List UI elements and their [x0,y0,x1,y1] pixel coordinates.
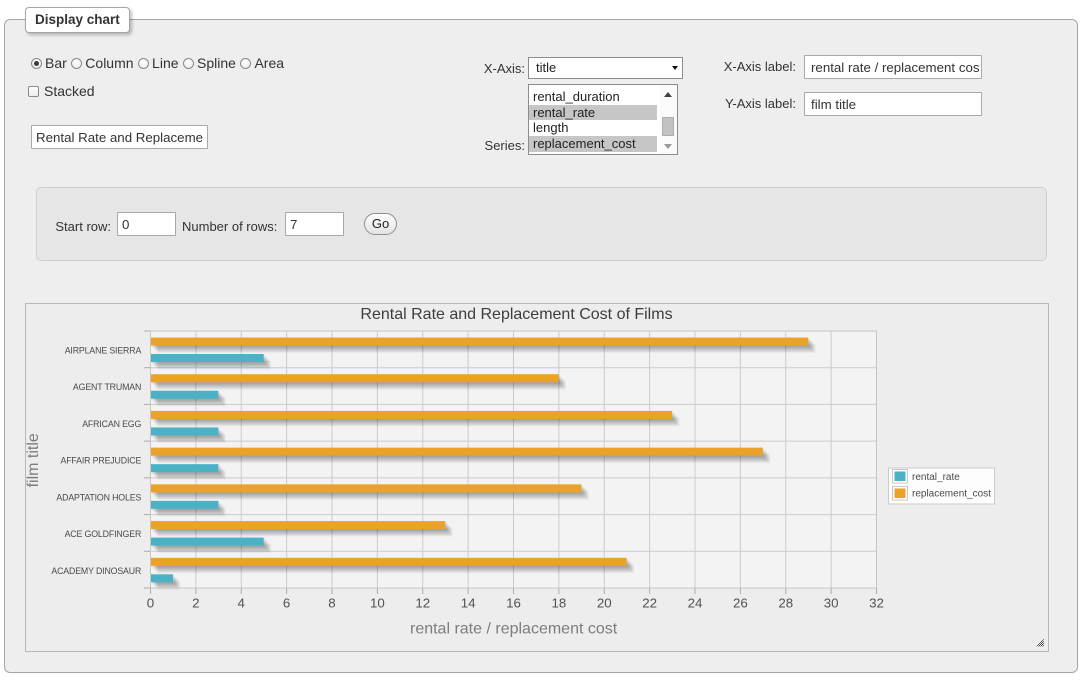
svg-text:ACADEMY DINOSAUR: ACADEMY DINOSAUR [51,566,141,576]
svg-text:AFRICAN EGG: AFRICAN EGG [82,419,141,429]
svg-text:replacement_cost: replacement_cost [912,489,991,500]
svg-text:18: 18 [551,596,566,611]
svg-text:28: 28 [778,596,793,611]
svg-text:4: 4 [238,596,245,611]
svg-text:AIRPLANE SIERRA: AIRPLANE SIERRA [65,346,142,356]
svg-text:26: 26 [733,596,748,611]
svg-text:rental rate / replacement cost: rental rate / replacement cost [410,621,618,638]
svg-text:16: 16 [506,596,521,611]
svg-text:8: 8 [328,596,335,611]
svg-text:2: 2 [192,596,199,611]
svg-text:film title: film title [26,433,42,487]
svg-text:6: 6 [283,596,290,611]
svg-text:22: 22 [642,596,657,611]
svg-text:ADAPTATION HOLES: ADAPTATION HOLES [56,492,141,502]
svg-text:32: 32 [869,596,884,611]
svg-text:rental_rate: rental_rate [912,472,960,483]
svg-text:12: 12 [415,596,430,611]
svg-text:20: 20 [597,596,612,611]
svg-text:24: 24 [688,596,703,611]
svg-text:AGENT TRUMAN: AGENT TRUMAN [73,382,141,392]
svg-text:30: 30 [824,596,839,611]
svg-text:10: 10 [370,596,385,611]
svg-text:AFFAIR PREJUDICE: AFFAIR PREJUDICE [60,456,141,466]
svg-text:Rental Rate and Replacement Co: Rental Rate and Replacement Cost of Film… [360,306,672,323]
svg-text:14: 14 [461,596,476,611]
svg-text:0: 0 [147,596,154,611]
svg-text:ACE GOLDFINGER: ACE GOLDFINGER [65,529,142,539]
